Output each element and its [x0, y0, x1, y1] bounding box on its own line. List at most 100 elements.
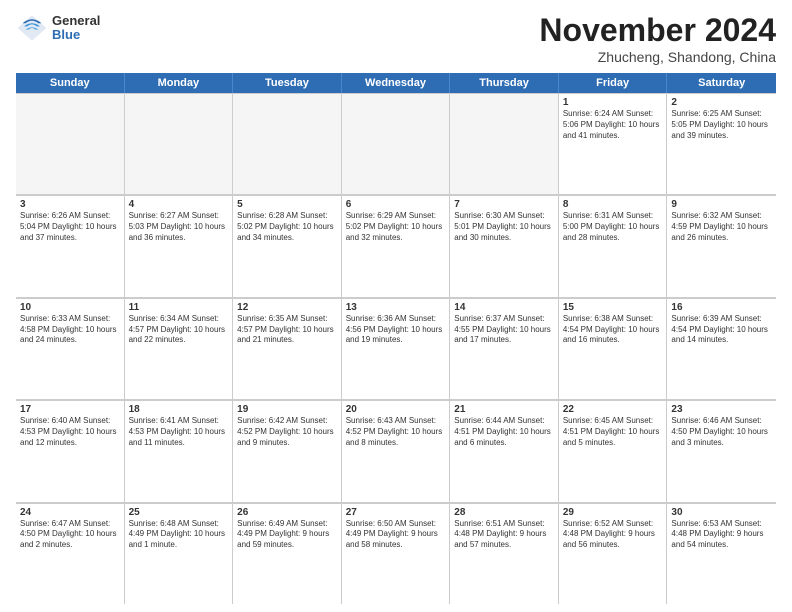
- day-cell: 22Sunrise: 6:45 AM Sunset: 4:51 PM Dayli…: [559, 401, 668, 501]
- weekday-header: Wednesday: [342, 73, 451, 93]
- day-info: Sunrise: 6:36 AM Sunset: 4:56 PM Dayligh…: [346, 314, 446, 346]
- day-cell: 23Sunrise: 6:46 AM Sunset: 4:50 PM Dayli…: [667, 401, 776, 501]
- day-cell: 11Sunrise: 6:34 AM Sunset: 4:57 PM Dayli…: [125, 299, 234, 399]
- day-number: 11: [129, 302, 229, 313]
- month-title: November 2024: [539, 12, 776, 49]
- day-cell: 30Sunrise: 6:53 AM Sunset: 4:48 PM Dayli…: [667, 504, 776, 604]
- day-number: 28: [454, 507, 554, 518]
- day-info: Sunrise: 6:53 AM Sunset: 4:48 PM Dayligh…: [671, 519, 772, 551]
- empty-day-cell: [342, 94, 451, 194]
- weekday-header: Monday: [125, 73, 234, 93]
- day-number: 15: [563, 302, 663, 313]
- logo: General Blue: [16, 12, 100, 44]
- empty-day-cell: [16, 94, 125, 194]
- day-cell: 14Sunrise: 6:37 AM Sunset: 4:55 PM Dayli…: [450, 299, 559, 399]
- day-info: Sunrise: 6:50 AM Sunset: 4:49 PM Dayligh…: [346, 519, 446, 551]
- logo-general: General: [52, 14, 100, 28]
- day-number: 9: [671, 199, 772, 210]
- day-cell: 13Sunrise: 6:36 AM Sunset: 4:56 PM Dayli…: [342, 299, 451, 399]
- day-info: Sunrise: 6:26 AM Sunset: 5:04 PM Dayligh…: [20, 211, 120, 243]
- day-cell: 8Sunrise: 6:31 AM Sunset: 5:00 PM Daylig…: [559, 196, 668, 296]
- weekday-header: Tuesday: [233, 73, 342, 93]
- day-info: Sunrise: 6:52 AM Sunset: 4:48 PM Dayligh…: [563, 519, 663, 551]
- day-info: Sunrise: 6:43 AM Sunset: 4:52 PM Dayligh…: [346, 416, 446, 448]
- day-cell: 29Sunrise: 6:52 AM Sunset: 4:48 PM Dayli…: [559, 504, 668, 604]
- day-number: 27: [346, 507, 446, 518]
- day-number: 7: [454, 199, 554, 210]
- calendar-header: SundayMondayTuesdayWednesdayThursdayFrid…: [16, 73, 776, 93]
- day-number: 1: [563, 97, 663, 108]
- day-info: Sunrise: 6:25 AM Sunset: 5:05 PM Dayligh…: [671, 109, 772, 141]
- location: Zhucheng, Shandong, China: [539, 49, 776, 65]
- day-cell: 28Sunrise: 6:51 AM Sunset: 4:48 PM Dayli…: [450, 504, 559, 604]
- day-number: 14: [454, 302, 554, 313]
- day-number: 22: [563, 404, 663, 415]
- day-info: Sunrise: 6:48 AM Sunset: 4:49 PM Dayligh…: [129, 519, 229, 551]
- day-number: 29: [563, 507, 663, 518]
- day-cell: 27Sunrise: 6:50 AM Sunset: 4:49 PM Dayli…: [342, 504, 451, 604]
- day-number: 25: [129, 507, 229, 518]
- day-cell: 2Sunrise: 6:25 AM Sunset: 5:05 PM Daylig…: [667, 94, 776, 194]
- day-number: 19: [237, 404, 337, 415]
- day-number: 3: [20, 199, 120, 210]
- day-cell: 4Sunrise: 6:27 AM Sunset: 5:03 PM Daylig…: [125, 196, 234, 296]
- day-info: Sunrise: 6:42 AM Sunset: 4:52 PM Dayligh…: [237, 416, 337, 448]
- weekday-header: Friday: [559, 73, 668, 93]
- day-number: 2: [671, 97, 772, 108]
- day-info: Sunrise: 6:24 AM Sunset: 5:06 PM Dayligh…: [563, 109, 663, 141]
- day-cell: 26Sunrise: 6:49 AM Sunset: 4:49 PM Dayli…: [233, 504, 342, 604]
- day-cell: 17Sunrise: 6:40 AM Sunset: 4:53 PM Dayli…: [16, 401, 125, 501]
- day-info: Sunrise: 6:33 AM Sunset: 4:58 PM Dayligh…: [20, 314, 120, 346]
- day-number: 5: [237, 199, 337, 210]
- day-cell: 3Sunrise: 6:26 AM Sunset: 5:04 PM Daylig…: [16, 196, 125, 296]
- day-info: Sunrise: 6:39 AM Sunset: 4:54 PM Dayligh…: [671, 314, 772, 346]
- day-info: Sunrise: 6:28 AM Sunset: 5:02 PM Dayligh…: [237, 211, 337, 243]
- day-number: 26: [237, 507, 337, 518]
- calendar-row: 1Sunrise: 6:24 AM Sunset: 5:06 PM Daylig…: [16, 93, 776, 195]
- empty-day-cell: [125, 94, 234, 194]
- day-info: Sunrise: 6:40 AM Sunset: 4:53 PM Dayligh…: [20, 416, 120, 448]
- day-info: Sunrise: 6:34 AM Sunset: 4:57 PM Dayligh…: [129, 314, 229, 346]
- day-info: Sunrise: 6:46 AM Sunset: 4:50 PM Dayligh…: [671, 416, 772, 448]
- day-cell: 6Sunrise: 6:29 AM Sunset: 5:02 PM Daylig…: [342, 196, 451, 296]
- day-info: Sunrise: 6:37 AM Sunset: 4:55 PM Dayligh…: [454, 314, 554, 346]
- day-cell: 19Sunrise: 6:42 AM Sunset: 4:52 PM Dayli…: [233, 401, 342, 501]
- day-number: 21: [454, 404, 554, 415]
- logo-text: General Blue: [52, 14, 100, 43]
- calendar: SundayMondayTuesdayWednesdayThursdayFrid…: [16, 73, 776, 604]
- day-number: 10: [20, 302, 120, 313]
- day-cell: 7Sunrise: 6:30 AM Sunset: 5:01 PM Daylig…: [450, 196, 559, 296]
- day-info: Sunrise: 6:51 AM Sunset: 4:48 PM Dayligh…: [454, 519, 554, 551]
- day-number: 20: [346, 404, 446, 415]
- header: General Blue November 2024 Zhucheng, Sha…: [16, 12, 776, 65]
- day-cell: 1Sunrise: 6:24 AM Sunset: 5:06 PM Daylig…: [559, 94, 668, 194]
- day-info: Sunrise: 6:35 AM Sunset: 4:57 PM Dayligh…: [237, 314, 337, 346]
- logo-icon: [16, 12, 48, 44]
- day-cell: 16Sunrise: 6:39 AM Sunset: 4:54 PM Dayli…: [667, 299, 776, 399]
- title-block: November 2024 Zhucheng, Shandong, China: [539, 12, 776, 65]
- day-cell: 18Sunrise: 6:41 AM Sunset: 4:53 PM Dayli…: [125, 401, 234, 501]
- day-number: 17: [20, 404, 120, 415]
- day-info: Sunrise: 6:49 AM Sunset: 4:49 PM Dayligh…: [237, 519, 337, 551]
- day-info: Sunrise: 6:32 AM Sunset: 4:59 PM Dayligh…: [671, 211, 772, 243]
- day-cell: 20Sunrise: 6:43 AM Sunset: 4:52 PM Dayli…: [342, 401, 451, 501]
- calendar-row: 17Sunrise: 6:40 AM Sunset: 4:53 PM Dayli…: [16, 400, 776, 502]
- weekday-header: Thursday: [450, 73, 559, 93]
- day-number: 18: [129, 404, 229, 415]
- day-cell: 21Sunrise: 6:44 AM Sunset: 4:51 PM Dayli…: [450, 401, 559, 501]
- weekday-header: Saturday: [667, 73, 776, 93]
- day-number: 4: [129, 199, 229, 210]
- day-number: 8: [563, 199, 663, 210]
- day-cell: 5Sunrise: 6:28 AM Sunset: 5:02 PM Daylig…: [233, 196, 342, 296]
- day-number: 16: [671, 302, 772, 313]
- day-info: Sunrise: 6:47 AM Sunset: 4:50 PM Dayligh…: [20, 519, 120, 551]
- day-info: Sunrise: 6:27 AM Sunset: 5:03 PM Dayligh…: [129, 211, 229, 243]
- day-info: Sunrise: 6:41 AM Sunset: 4:53 PM Dayligh…: [129, 416, 229, 448]
- day-cell: 15Sunrise: 6:38 AM Sunset: 4:54 PM Dayli…: [559, 299, 668, 399]
- day-cell: 10Sunrise: 6:33 AM Sunset: 4:58 PM Dayli…: [16, 299, 125, 399]
- day-cell: 12Sunrise: 6:35 AM Sunset: 4:57 PM Dayli…: [233, 299, 342, 399]
- day-info: Sunrise: 6:30 AM Sunset: 5:01 PM Dayligh…: [454, 211, 554, 243]
- empty-day-cell: [450, 94, 559, 194]
- calendar-row: 24Sunrise: 6:47 AM Sunset: 4:50 PM Dayli…: [16, 503, 776, 604]
- day-info: Sunrise: 6:44 AM Sunset: 4:51 PM Dayligh…: [454, 416, 554, 448]
